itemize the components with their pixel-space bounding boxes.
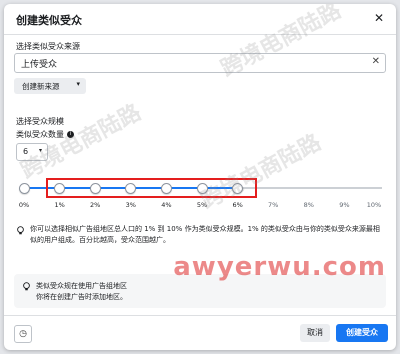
size-note-text: 你可以选择相似广告组地区总人口的 1% 到 10% 作为类似受众规模。1% 的类…	[30, 225, 380, 244]
source-label: 选择类似受众来源	[16, 42, 80, 51]
slider-tick-label: 10%	[366, 201, 382, 209]
lightbulb-icon	[17, 226, 24, 235]
location-notice-line2: 你将在创建广告时添加地区。	[36, 293, 127, 301]
create-source-button[interactable]: 创建新来源 ▾	[14, 78, 86, 94]
location-notice-line1: 类似受众规在使用广告组地区	[36, 282, 127, 290]
chevron-down-icon: ▾	[38, 147, 42, 154]
slider-tick-label: 1%	[54, 201, 65, 209]
location-notice: 类似受众规在使用广告组地区 你将在创建广告时添加地区。	[14, 274, 386, 308]
slider-tick-label: 6%	[232, 201, 243, 209]
source-value: 上传受众	[21, 60, 58, 70]
count-select[interactable]: 6 ▾	[16, 143, 48, 161]
slider-tick-label: 9%	[339, 201, 350, 209]
clear-icon[interactable]: ✕	[372, 56, 380, 67]
source-input[interactable]: 上传受众 ✕	[14, 53, 386, 73]
slider-handle[interactable]	[18, 182, 30, 194]
watermark-text: 跨境电商陆路	[17, 100, 146, 185]
slider-tick-label: 0%	[18, 201, 30, 209]
slider-tick-label: 3%	[125, 201, 136, 209]
lightbulb-icon	[23, 282, 30, 291]
slider-tick-label: 7%	[268, 201, 279, 209]
count-label-row: 类似受众数量 i	[16, 129, 74, 140]
create-source-label: 创建新来源	[22, 82, 60, 91]
help-icon[interactable]: ◷	[14, 325, 32, 343]
size-section-label: 选择受众规模	[16, 117, 64, 126]
slider-tick-label: 2%	[90, 201, 101, 209]
close-icon[interactable]: ✕	[372, 11, 386, 25]
chevron-down-icon: ▾	[76, 80, 80, 88]
slider-tick-label: 4%	[161, 201, 172, 209]
slider-tick-label: 8%	[303, 201, 314, 209]
dialog-footer: ◷ 取消 创建受众	[4, 315, 396, 350]
info-icon[interactable]: i	[67, 131, 74, 138]
create-lookalike-dialog: 创建类似受众 ✕ 选择类似受众来源 上传受众 ✕ 创建新来源 ▾ 选择受众规模 …	[4, 4, 396, 350]
highlight-box	[46, 178, 257, 198]
slider-tick-label: 5%	[196, 201, 208, 209]
cancel-button[interactable]: 取消	[300, 324, 330, 342]
count-value: 6	[23, 147, 29, 156]
dialog-header: 创建类似受众 ✕	[4, 4, 396, 35]
count-label: 类似受众数量	[16, 130, 64, 139]
create-audience-button[interactable]: 创建受众	[336, 324, 388, 342]
dialog-title: 创建类似受众	[16, 14, 82, 27]
